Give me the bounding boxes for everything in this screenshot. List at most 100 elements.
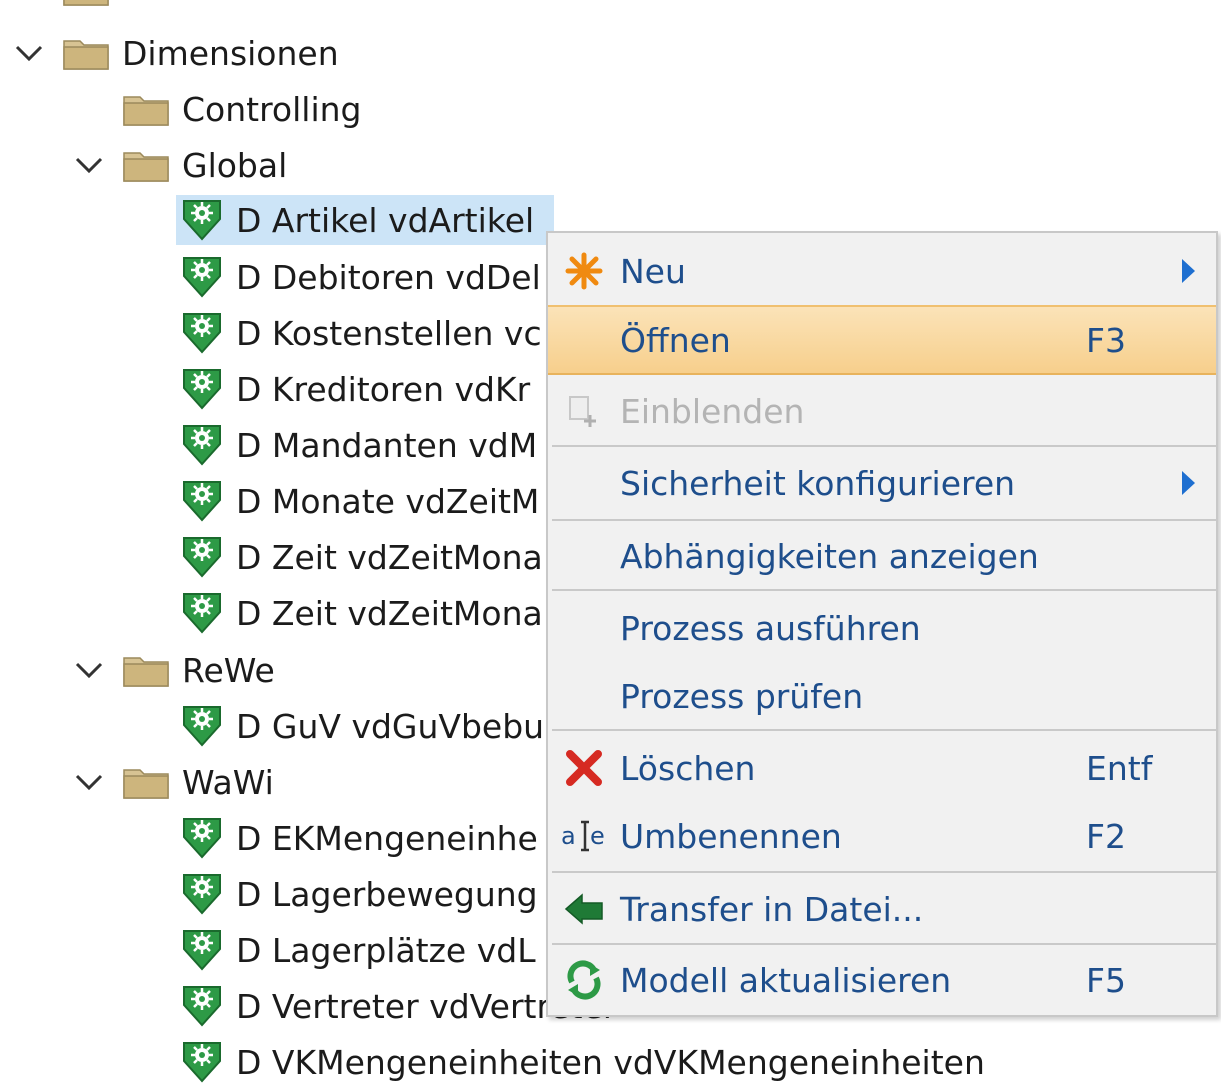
tree-folder-partial [62,0,110,14]
tree-label: Global [182,145,288,185]
dimension-icon [182,873,222,915]
tree-label: D Artikel vdArtikel [236,200,535,240]
tree-folder-dimensionen[interactable]: Dimensionen [62,28,339,78]
tree-item[interactable]: D Monate vdZeitM [176,476,539,526]
dimension-icon [182,929,222,971]
tree-label: D Zeit vdZeitMona [236,537,543,577]
dimension-icon [182,312,222,354]
tree-item[interactable]: D Kreditoren vdKr [176,364,530,414]
menu-label: Prozess ausführen [620,608,921,648]
tree-folder-wawi[interactable]: WaWi [122,757,274,807]
delete-x-icon [560,745,608,791]
menu-label: Neu [620,251,686,291]
tree-label: WaWi [182,762,274,802]
dimension-icon [182,424,222,466]
menu-item-loeschen[interactable]: Löschen Entf [548,737,1216,799]
menu-separator [552,943,1216,945]
dimension-icon [182,480,222,522]
menu-label: Modell aktualisieren [620,960,952,1000]
tree-label: Controlling [182,89,362,129]
menu-item-prozess-pruefen[interactable]: Prozess prüfen [548,665,1216,727]
menu-shortcut: F2 [1086,816,1126,856]
folder-icon [63,0,109,6]
menu-item-einblenden[interactable]: Einblenden [548,381,1216,441]
chevron-down-icon[interactable] [12,28,46,78]
dimension-icon [182,256,222,298]
tree-item-artikel[interactable]: D Artikel vdArtikel [176,195,554,245]
svg-text:e: e [590,822,605,850]
folder-icon [123,96,169,126]
menu-item-neu[interactable]: Neu [548,243,1216,299]
tree-item[interactable]: D Zeit vdZeitMona [176,532,543,582]
tree-item[interactable]: D Kostenstellen vc [176,308,542,358]
dimension-icon [182,817,222,859]
menu-item-sicherheit[interactable]: Sicherheit konfigurieren [548,451,1216,515]
dimension-icon [182,199,222,241]
tree-label: ReWe [182,650,275,690]
submenu-arrow-icon [1182,259,1195,283]
svg-text:a: a [561,822,576,850]
submenu-arrow-icon [1182,471,1195,495]
folder-icon [123,769,169,799]
tree-item[interactable]: D Zeit vdZeitMona [176,588,543,638]
transfer-arrow-icon [560,886,608,932]
chevron-down-icon[interactable] [72,757,106,807]
menu-label: Löschen [620,748,756,788]
menu-label: Öffnen [620,320,731,360]
menu-item-prozess-ausfuehren[interactable]: Prozess ausführen [548,597,1216,659]
tree-label: D VKMengeneinheiten vdVKMengeneinheiten [236,1042,985,1082]
tree-label: D Kreditoren vdKr [236,369,531,409]
rename-icon: a e [560,813,608,859]
menu-label: Umbenennen [620,816,842,856]
menu-label: Abhängigkeiten anzeigen [620,536,1039,576]
tree-label: D Kostenstellen vc [236,313,542,353]
chevron-down-icon[interactable] [72,140,106,190]
tree-label: D GuV vdGuVbebu [236,706,545,746]
tree-folder-controlling[interactable]: Controlling [122,84,362,134]
menu-separator [552,445,1216,447]
tree-folder-rewe[interactable]: ReWe [122,645,275,695]
tree-item[interactable]: D Debitoren vdDel [176,252,541,302]
tree-label: D Mandanten vdM [236,425,538,465]
menu-shortcut: Entf [1086,748,1153,788]
refresh-icon [560,957,608,1003]
menu-label: Sicherheit konfigurieren [620,463,1016,503]
show-icon [560,388,608,434]
dimension-icon [182,985,222,1027]
tree-folder-global[interactable]: Global [122,140,287,190]
menu-separator [552,729,1216,731]
tree-label: D Debitoren vdDel [236,257,541,297]
tree-item[interactable]: D Mandanten vdM [176,420,537,470]
menu-item-abhaengigkeiten[interactable]: Abhängigkeiten anzeigen [548,525,1216,587]
tree-label: D Lagerplätze vdL [236,930,536,970]
menu-label: Einblenden [620,391,805,431]
folder-icon [123,657,169,687]
folder-icon [63,40,109,70]
tree-item[interactable]: D Lagerplätze vdL [176,925,536,975]
menu-separator [552,589,1216,591]
tree-label: Dimensionen [122,33,339,73]
folder-icon [123,152,169,182]
dimension-icon [182,705,222,747]
tree-item[interactable]: D EKMengeneinhe [176,813,538,863]
tree-item[interactable]: D GuV vdGuVbebu [176,701,544,751]
menu-separator [552,871,1216,873]
menu-label: Prozess prüfen [620,676,864,716]
menu-item-transfer[interactable]: Transfer in Datei... [548,877,1216,941]
dimension-icon [182,1041,222,1083]
menu-item-umbenennen[interactable]: a e Umbenennen F2 [548,805,1216,867]
dimension-icon [182,368,222,410]
context-menu: Neu Öffnen F3 Einblenden Sicherheit konf… [546,231,1218,1017]
dimension-icon [182,536,222,578]
menu-shortcut: F3 [1086,320,1126,360]
star-icon [560,248,608,294]
menu-shortcut: F5 [1086,960,1126,1000]
menu-item-modell[interactable]: Modell aktualisieren F5 [548,949,1216,1011]
tree-label: D EKMengeneinhe [236,818,538,858]
menu-item-oeffnen[interactable]: Öffnen F3 [548,305,1216,375]
chevron-down-icon[interactable] [72,645,106,695]
tree-item[interactable]: D VKMengeneinheiten vdVKMengeneinheiten [176,1037,985,1087]
tree-item[interactable]: D Lagerbewegung [176,869,538,919]
menu-separator [552,519,1216,521]
tree-label: D Zeit vdZeitMona [236,593,543,633]
